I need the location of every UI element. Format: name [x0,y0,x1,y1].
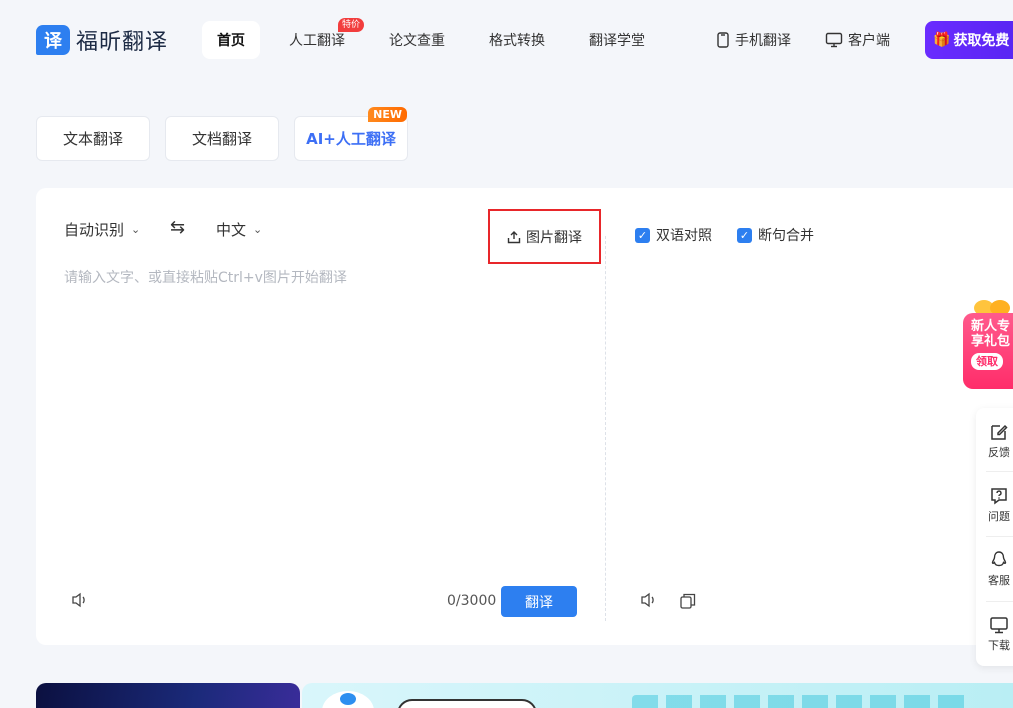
translator-card: 自动识别 ⌄ ⇆ 中文 ⌄ 图片翻译 请输入文字、或直接粘贴Ctrl+v图片开始… [36,188,1013,645]
tab-document-translation[interactable]: 文档翻译 [165,116,279,161]
claim-button[interactable]: 领取 [971,353,1003,370]
sale-badge: 特价 [337,18,364,32]
mobile-translate-label: 手机翻译 [735,33,791,49]
source-speaker-icon[interactable] [71,591,91,613]
promo-banner-light[interactable] [302,683,1013,708]
char-counter: 0/3000 [447,593,497,609]
banner-title-art [632,695,972,708]
nav-item-label: 首页 [217,33,245,49]
source-text-input[interactable]: 请输入文字、或直接粘贴Ctrl+v图片开始翻译 [64,267,564,287]
nav-item-translation-academy[interactable]: 翻译学堂 [574,21,660,59]
target-language-select[interactable]: 中文 ⌄ [216,219,262,240]
side-item-label: 下载 [988,639,1010,652]
brand-name: 福昕翻译 [76,30,169,55]
bilingual-label: 双语对照 [656,228,712,244]
promo-line1: 新人专 [971,319,1011,334]
separator [986,601,1013,602]
tab-label: 文档翻译 [191,130,252,148]
nav-item-plagiarism-check[interactable]: 论文查重 [374,21,460,59]
nav-item-label: 人工翻译 [289,33,345,49]
image-translate-label: 图片翻译 [526,229,582,246]
new-user-gift-promo[interactable]: 新人专 享礼包 领取 [963,313,1013,389]
target-speaker-icon[interactable] [640,591,660,613]
swap-languages-icon[interactable]: ⇆ [170,217,185,238]
question-icon [991,488,1007,505]
monitor-icon [990,617,1008,634]
header-right: 手机翻译 客户端 [716,21,924,59]
get-free-button[interactable]: 🎁 获取免费 [925,21,1013,59]
image-translate-button[interactable]: 图片翻译 [488,209,601,264]
translate-button[interactable]: 翻译 [501,586,577,617]
tab-label: AI+人工翻译 [306,130,396,148]
bilingual-checkbox[interactable]: ✓ 双语对照 [635,225,712,245]
copy-icon[interactable] [679,592,697,614]
phone-icon [717,32,729,48]
logo-mark-icon: 译 [36,25,70,55]
customer-service-button[interactable]: 客服 [976,550,1013,588]
desktop-client-label: 客户端 [848,33,890,49]
checkbox-checked-icon: ✓ [635,227,650,243]
main-nav: 首页 人工翻译 特价 论文查重 格式转换 翻译学堂 [202,18,674,59]
mascot-cap-icon [340,693,356,705]
gift-icon: 🎁 [933,32,951,48]
nav-item-human-translation[interactable]: 人工翻译 特价 [274,18,364,59]
monitor-icon [825,32,843,48]
side-item-label: 问题 [988,510,1010,523]
qq-icon [991,551,1007,567]
promo-banner-dark[interactable] [36,683,300,708]
logo[interactable]: 译 福昕翻译 [36,24,168,56]
new-badge: NEW [368,107,407,122]
promo-line2: 享礼包 [971,334,1011,349]
side-toolbar: 反馈 问题 客服 下载 [976,408,1013,666]
side-item-label: 反馈 [988,446,1010,459]
separator [986,536,1013,537]
source-language-label: 自动识别 [64,221,125,239]
header: 译 福昕翻译 首页 人工翻译 特价 论文查重 格式转换 翻译学堂 手机翻译 客户… [0,0,1013,80]
faq-button[interactable]: 问题 [976,486,1013,524]
source-language-select[interactable]: 自动识别 ⌄ [64,219,140,240]
nav-item-label: 格式转换 [489,33,545,49]
upload-icon [507,230,521,243]
tab-text-translation[interactable]: 文本翻译 [36,116,150,161]
tab-label: 文本翻译 [62,130,123,148]
desktop-client-link[interactable]: 客户端 [825,21,890,59]
side-item-label: 客服 [988,574,1010,587]
tab-ai-human-translation[interactable]: AI+人工翻译 NEW [294,107,408,161]
separator [986,471,1013,472]
checkbox-checked-icon: ✓ [737,227,752,243]
feedback-button[interactable]: 反馈 [976,422,1013,460]
get-free-label: 获取免费 [953,33,1010,49]
nav-item-home[interactable]: 首页 [202,21,260,59]
nav-item-format-convert[interactable]: 格式转换 [474,21,560,59]
banner-pill [397,699,537,708]
target-language-label: 中文 [216,221,247,239]
download-button[interactable]: 下载 [976,615,1013,653]
nav-item-label: 论文查重 [389,33,445,49]
mobile-translate-link[interactable]: 手机翻译 [716,21,791,59]
chevron-down-icon: ⌄ [131,223,141,236]
nav-item-label: 翻译学堂 [589,33,645,49]
merge-sentences-checkbox[interactable]: ✓ 断句合并 [737,225,814,245]
chevron-down-icon: ⌄ [253,223,263,236]
edit-icon [991,424,1008,440]
panel-divider [605,236,606,621]
merge-sentences-label: 断句合并 [758,228,814,244]
